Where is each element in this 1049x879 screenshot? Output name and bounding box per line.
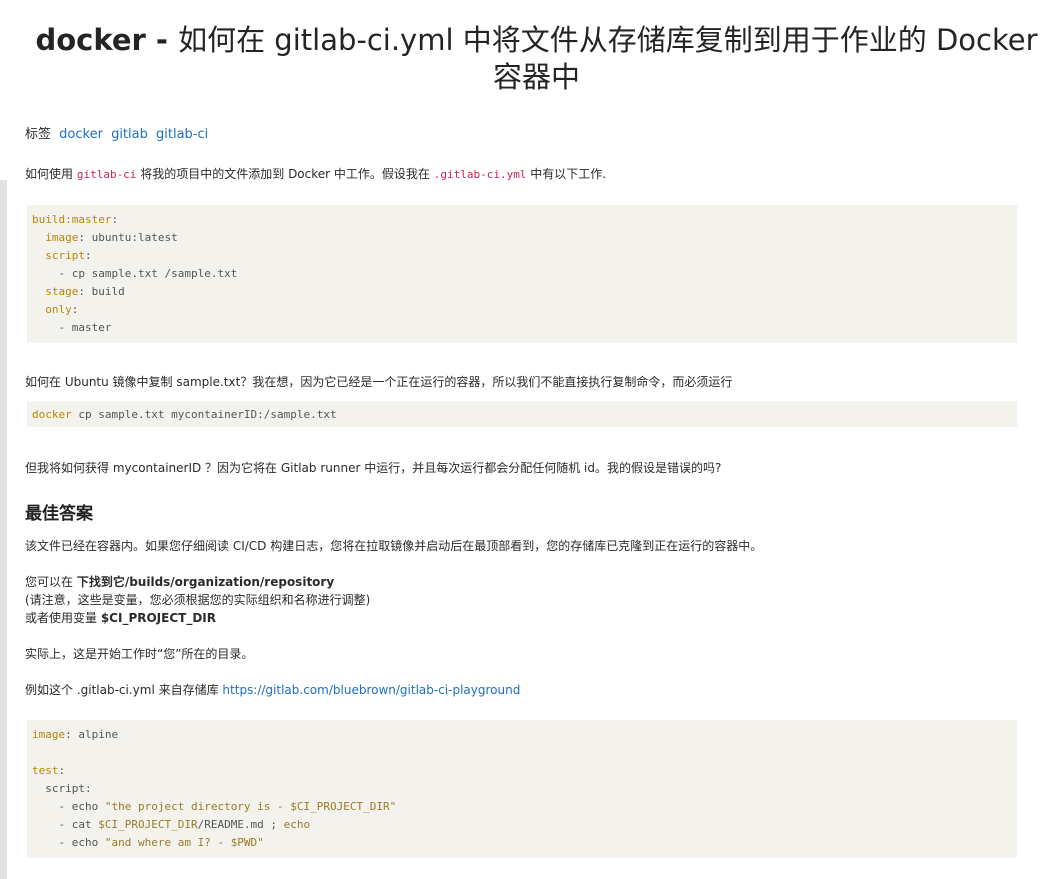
code-text: : alpine: [65, 728, 119, 741]
code-string: "the project directory is - $CI_PROJECT_…: [104, 800, 397, 813]
answer-paragraph-2: 您可以在 下找到它/builds/organization/repository…: [25, 573, 370, 627]
code-text: :: [111, 213, 119, 226]
best-answer-heading: 最佳答案: [25, 504, 93, 524]
q-text: 如何使用: [25, 167, 77, 181]
answer-line: 或者使用变量 $CI_PROJECT_DIR: [25, 611, 217, 625]
code-text: :: [85, 249, 92, 262]
inline-code-gitlab-ci-yml: .gitlab-ci.yml: [433, 168, 527, 181]
title-text: 如何在 gitlab-ci.yml 中将文件从存储库复制到用于作业的 Docke…: [178, 23, 1038, 94]
inline-code-gitlab-ci: gitlab-ci: [76, 168, 137, 181]
code-key: only: [45, 303, 72, 316]
answer-line: 您可以在 下找到它/builds/organization/repository: [25, 575, 335, 589]
title-prefix: docker -: [35, 23, 179, 57]
tag-docker[interactable]: docker: [59, 127, 103, 142]
code-key: stage: [45, 285, 79, 298]
code-string: "and where am I? - $PWD": [104, 836, 264, 849]
code-key: build:master: [32, 213, 112, 226]
code-text: script:: [32, 782, 92, 795]
code-block-alpine: image: alpine test: script: - echo "the …: [27, 720, 1017, 858]
code-key: image: [45, 231, 79, 244]
code-key: image: [32, 728, 66, 741]
answer-paragraph-1: 该文件已经在容器内。如果您仔细阅读 CI/CD 构建日志，您将在拉取镜像并启动后…: [25, 539, 763, 553]
tag-gitlab-ci[interactable]: gitlab-ci: [156, 127, 208, 142]
bold-path: 下找到它/builds/organization/repository: [76, 575, 335, 589]
answer-paragraph-4: 例如这个 .gitlab-ci.yml 来自存储库 https://gitlab…: [25, 681, 520, 699]
question-paragraph-3: 但我将如何获得 mycontainerID ？因为它将在 Gitlab runn…: [25, 461, 722, 475]
tags-row: 标签 docker gitlab gitlab-ci: [25, 126, 208, 144]
q-text: 中有以下工作.: [526, 167, 607, 181]
answer-line: (请注意，这些是变量，您必须根据您的实际组织和名称进行调整): [25, 593, 371, 607]
code-variable: $CI_PROJECT_DIR: [98, 818, 198, 831]
q-text: 将我的项目中的文件添加到 Docker 中工作。假设我在: [136, 167, 434, 181]
left-rail: [0, 180, 7, 879]
code-text: - echo: [32, 800, 105, 813]
code-text: : build: [78, 285, 125, 298]
code-key: docker: [32, 408, 72, 421]
tag-gitlab[interactable]: gitlab: [111, 127, 148, 142]
question-paragraph-2: 如何在 Ubuntu 镜像中复制 sample.txt？我在想，因为它已经是一个…: [25, 375, 733, 389]
page-title: docker - 如何在 gitlab-ci.yml 中将文件从存储库复制到用于…: [24, 22, 1049, 96]
code-block-build-master: build:master: image: ubuntu:latest scrip…: [27, 205, 1017, 343]
repo-link[interactable]: https://gitlab.com/bluebrown/gitlab-ci-p…: [222, 683, 520, 697]
code-text: - master: [58, 321, 112, 334]
answer-text: 例如这个 .gitlab-ci.yml 来自存储库: [25, 683, 223, 697]
code-text: /README.md ;: [197, 818, 284, 831]
code-text: - echo: [32, 836, 105, 849]
bold-variable: $CI_PROJECT_DIR: [100, 611, 217, 625]
code-key: echo: [283, 818, 311, 831]
code-text: : ubuntu:latest: [78, 231, 178, 244]
code-key: test: [32, 764, 59, 777]
code-text: :: [58, 764, 66, 777]
code-text: - cat: [32, 818, 99, 831]
code-text: :: [71, 303, 79, 316]
code-block-docker-cp: docker cp sample.txt mycontainerID:/samp…: [27, 401, 1017, 427]
code-text: cp sample.txt mycontainerID:/sample.txt: [71, 408, 337, 421]
code-key: script: [45, 249, 85, 262]
question-paragraph-1: 如何使用 gitlab-ci 将我的项目中的文件添加到 Docker 中工作。假…: [25, 165, 606, 184]
code-text: - cp sample.txt /sample.txt: [58, 267, 238, 280]
answer-paragraph-3: 实际上，这是开始工作时“您”所在的目录。: [25, 647, 254, 661]
tags-label: 标签: [25, 127, 52, 142]
